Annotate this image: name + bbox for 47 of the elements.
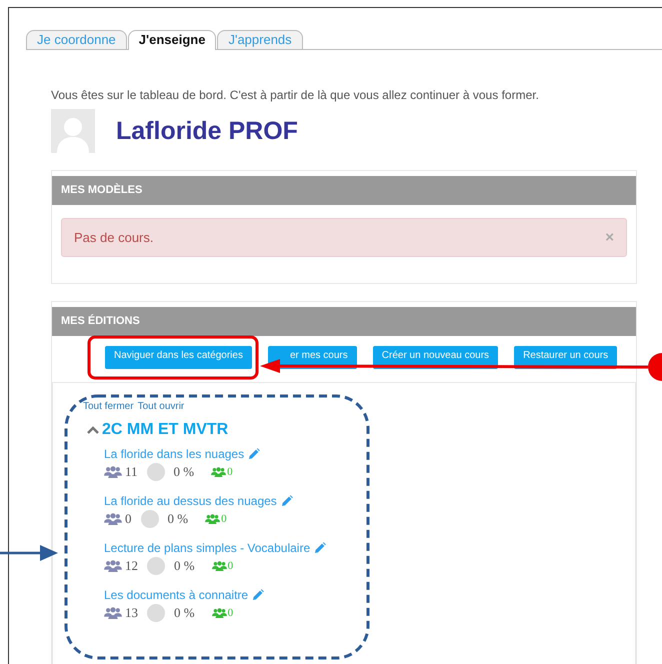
course-link[interactable]: La floride au dessus des nuages xyxy=(104,494,277,508)
groups-icon xyxy=(205,514,220,524)
tab[interactable]: Je coordonne xyxy=(26,30,127,49)
progress-percent: 0 % xyxy=(168,511,188,527)
panel-header: MES ÉDITIONS xyxy=(52,307,636,336)
students-icon xyxy=(104,512,122,526)
student-count: 12 xyxy=(125,558,138,574)
students-icon xyxy=(104,606,122,620)
students-icon xyxy=(104,560,122,572)
category-title[interactable]: 2C MM ET MVTR xyxy=(102,421,228,439)
course-link[interactable]: Lecture de plans simples - Vocabulaire xyxy=(104,541,310,555)
chevron-up-icon[interactable] xyxy=(87,426,99,434)
close-button[interactable]: × xyxy=(605,229,614,246)
action-button[interactable]: Naviguer dans les catégories xyxy=(105,346,252,369)
course-link[interactable]: La floride dans les nuages xyxy=(104,447,244,461)
pencil-icon[interactable] xyxy=(280,495,293,507)
pencil-icon[interactable] xyxy=(248,448,260,460)
tab[interactable]: J'apprends xyxy=(217,30,303,49)
progress-circle xyxy=(147,557,165,575)
user-name: Lafloride PROF xyxy=(116,116,298,146)
progress-circle xyxy=(140,510,158,528)
group-count: 0 xyxy=(227,466,233,478)
groups-icon xyxy=(211,466,226,478)
student-count: 11 xyxy=(125,464,138,480)
progress-percent: 0 % xyxy=(174,464,194,480)
panel-header: MES MODÈLES xyxy=(52,176,636,205)
students-icon xyxy=(104,466,122,478)
group-count: 0 xyxy=(228,607,234,619)
pencil-icon[interactable] xyxy=(252,589,264,601)
pencil-icon[interactable] xyxy=(314,542,326,554)
progress-percent: 0 % xyxy=(174,605,195,621)
toggle-link[interactable]: Tout ouvrir xyxy=(138,401,184,412)
tab[interactable]: J'enseigne xyxy=(128,30,216,50)
groups-icon xyxy=(212,608,227,618)
group-count: 0 xyxy=(228,560,234,572)
pointer-arrow xyxy=(0,545,58,561)
intro-text: Vous êtes sur le tableau de bord. C'est à partir de là que vous allez continuer à vous former. xyxy=(51,88,540,102)
student-count: 0 xyxy=(125,511,132,527)
course-link[interactable]: Les documents à connaitre xyxy=(104,588,248,602)
alert-text: Pas de cours. xyxy=(74,230,154,245)
progress-circle xyxy=(147,604,165,622)
groups-icon xyxy=(212,560,227,572)
group-count: 0 xyxy=(221,513,227,525)
progress-circle xyxy=(146,463,165,481)
toggle-link[interactable]: Tout fermer xyxy=(83,401,134,412)
student-count: 13 xyxy=(125,605,138,621)
progress-percent: 0 % xyxy=(174,558,195,574)
